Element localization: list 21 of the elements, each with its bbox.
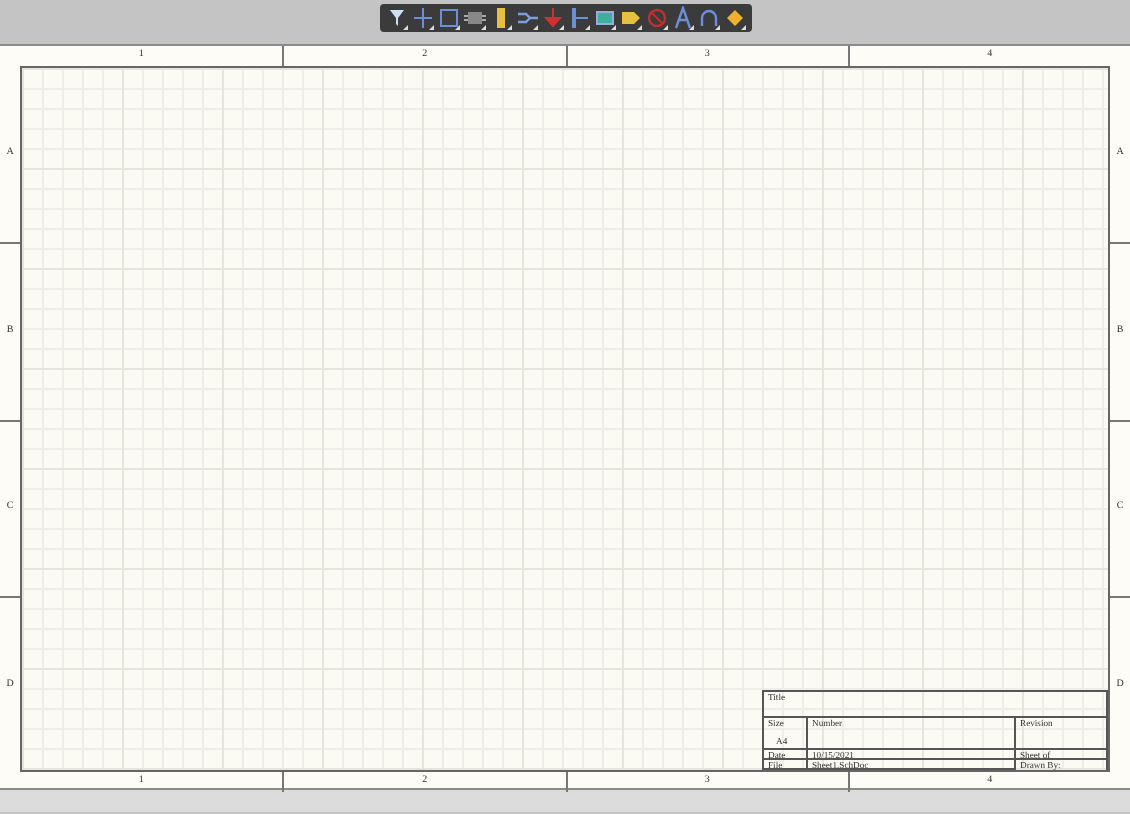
tool-button[interactable] (619, 6, 641, 30)
diamond-icon (723, 6, 745, 30)
rectangle-icon (437, 6, 459, 30)
tool-button[interactable] (437, 6, 459, 30)
sheet-icon (593, 6, 615, 30)
port-icon (567, 6, 589, 30)
tool-button[interactable] (411, 6, 433, 30)
component-icon (463, 6, 485, 30)
letter-icon (671, 6, 693, 30)
tool-button[interactable] (697, 6, 719, 30)
filter-icon (385, 6, 407, 30)
tag-icon (619, 6, 641, 30)
no-symbol-icon (645, 6, 667, 30)
tool-button[interactable] (385, 6, 407, 30)
tool-button[interactable] (567, 6, 589, 30)
tool-button[interactable] (463, 6, 485, 30)
arc-icon (697, 6, 719, 30)
tool-button[interactable] (671, 6, 693, 30)
tool-button[interactable] (593, 6, 615, 30)
crosshair-icon (411, 6, 433, 30)
tool-button[interactable] (723, 6, 745, 30)
